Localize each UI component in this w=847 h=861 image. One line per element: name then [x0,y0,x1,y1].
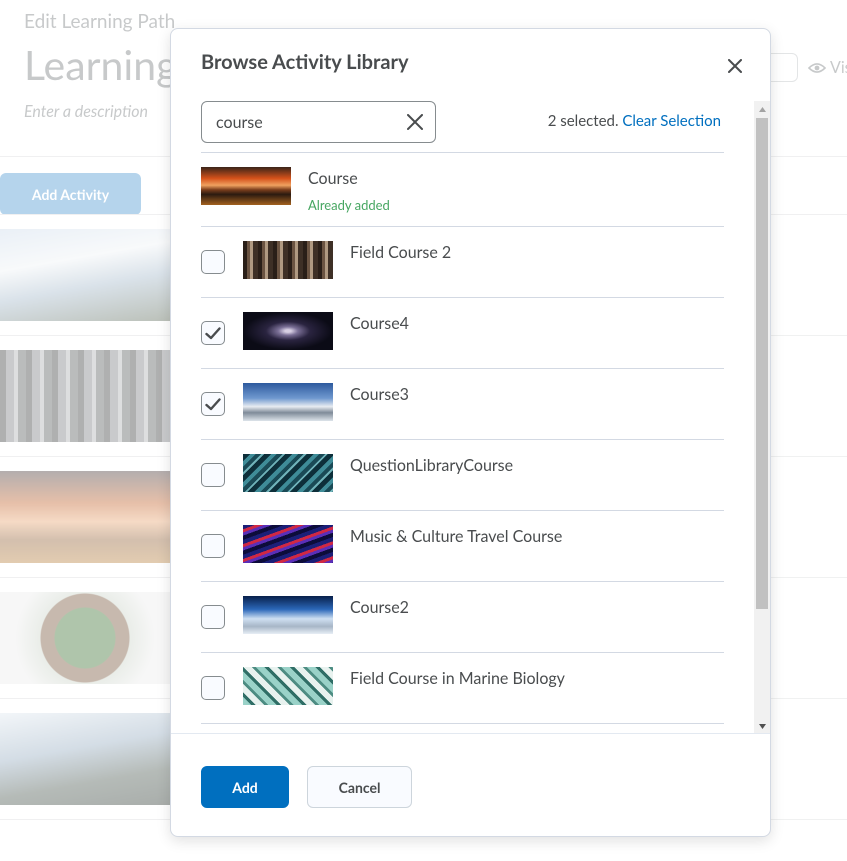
add-activity-button[interactable]: Add Activity [0,173,141,215]
activity-name: QuestionLibraryCourse [350,456,514,475]
selection-status: 2 selected. Clear Selection [548,112,721,130]
dialog-title: Browse Activity Library [201,50,409,74]
activity-name: Course3 [350,385,409,404]
list-item[interactable]: Field Course 2 [201,227,724,298]
select-checkbox[interactable] [201,321,225,345]
triangle-down-icon [758,723,766,729]
list-scrollbar[interactable] [754,101,770,734]
selection-count: 2 selected. [547,112,619,130]
triangle-up-icon [758,106,766,112]
breadcrumb[interactable]: Edit Learning Path [24,10,175,33]
description-placeholder[interactable]: Enter a description [24,102,148,121]
activity-thumbnail [243,667,333,705]
list-item[interactable]: QuestionLibraryCourse [201,440,724,511]
activity-thumbnail [243,383,333,421]
activity-thumbnail [0,350,170,442]
clear-selection-link[interactable]: Clear Selection [622,112,721,130]
activity-thumbnail [243,596,333,634]
select-checkbox[interactable] [201,250,225,274]
visibility-label: Vis [830,58,847,77]
activity-name: Course [308,169,358,188]
list-item: Course Already added [201,153,724,227]
cancel-button[interactable]: Cancel [307,766,412,808]
activity-thumbnail [0,592,170,684]
activity-name: Course2 [350,598,409,617]
select-checkbox[interactable] [201,463,225,487]
activity-thumbnail [243,312,333,350]
visibility-toggle[interactable]: Vis [808,58,847,77]
close-icon [407,114,423,130]
activity-name: Course4 [350,314,409,333]
activity-thumbnail [0,229,170,321]
activity-thumbnail [243,454,333,492]
close-button[interactable] [722,53,748,79]
list-item[interactable]: Course3 [201,369,724,440]
activity-thumbnail [0,471,170,563]
activity-thumbnail [243,525,333,563]
select-checkbox[interactable] [201,534,225,558]
page-title: Learning [24,40,178,89]
scrollbar-thumb[interactable] [756,118,768,609]
activity-name: Music & Culture Travel Course [350,527,563,546]
activity-thumbnail [201,167,291,205]
already-added-status: Already added [308,197,390,213]
browse-activity-dialog: Browse Activity Library 2 selected. Clea… [170,28,771,837]
activity-thumbnail [0,713,170,805]
activity-name: Field Course in Marine Biology [350,669,565,688]
footer-divider [171,733,770,734]
eye-icon [808,62,826,73]
list-item[interactable]: Music & Culture Travel Course [201,511,724,582]
list-item[interactable]: Field Course in Marine Biology [201,653,724,724]
checkmark-icon [205,326,221,339]
activity-name: Field Course 2 [350,243,452,262]
add-button[interactable]: Add [201,766,289,808]
activity-thumbnail [243,241,333,279]
close-icon [728,59,742,73]
select-checkbox[interactable] [201,676,225,700]
search-input[interactable] [216,102,396,142]
scroll-up-button[interactable] [754,101,770,117]
clear-search-button[interactable] [405,112,425,132]
list-item[interactable]: Course2 [201,582,724,653]
list-item[interactable]: Course4 [201,298,724,369]
activity-list: Course Already added Field Course 2 Cour… [201,152,724,733]
search-box [201,101,436,143]
scroll-down-button[interactable] [754,718,770,734]
checkmark-icon [205,397,221,410]
select-checkbox[interactable] [201,392,225,416]
select-checkbox[interactable] [201,605,225,629]
